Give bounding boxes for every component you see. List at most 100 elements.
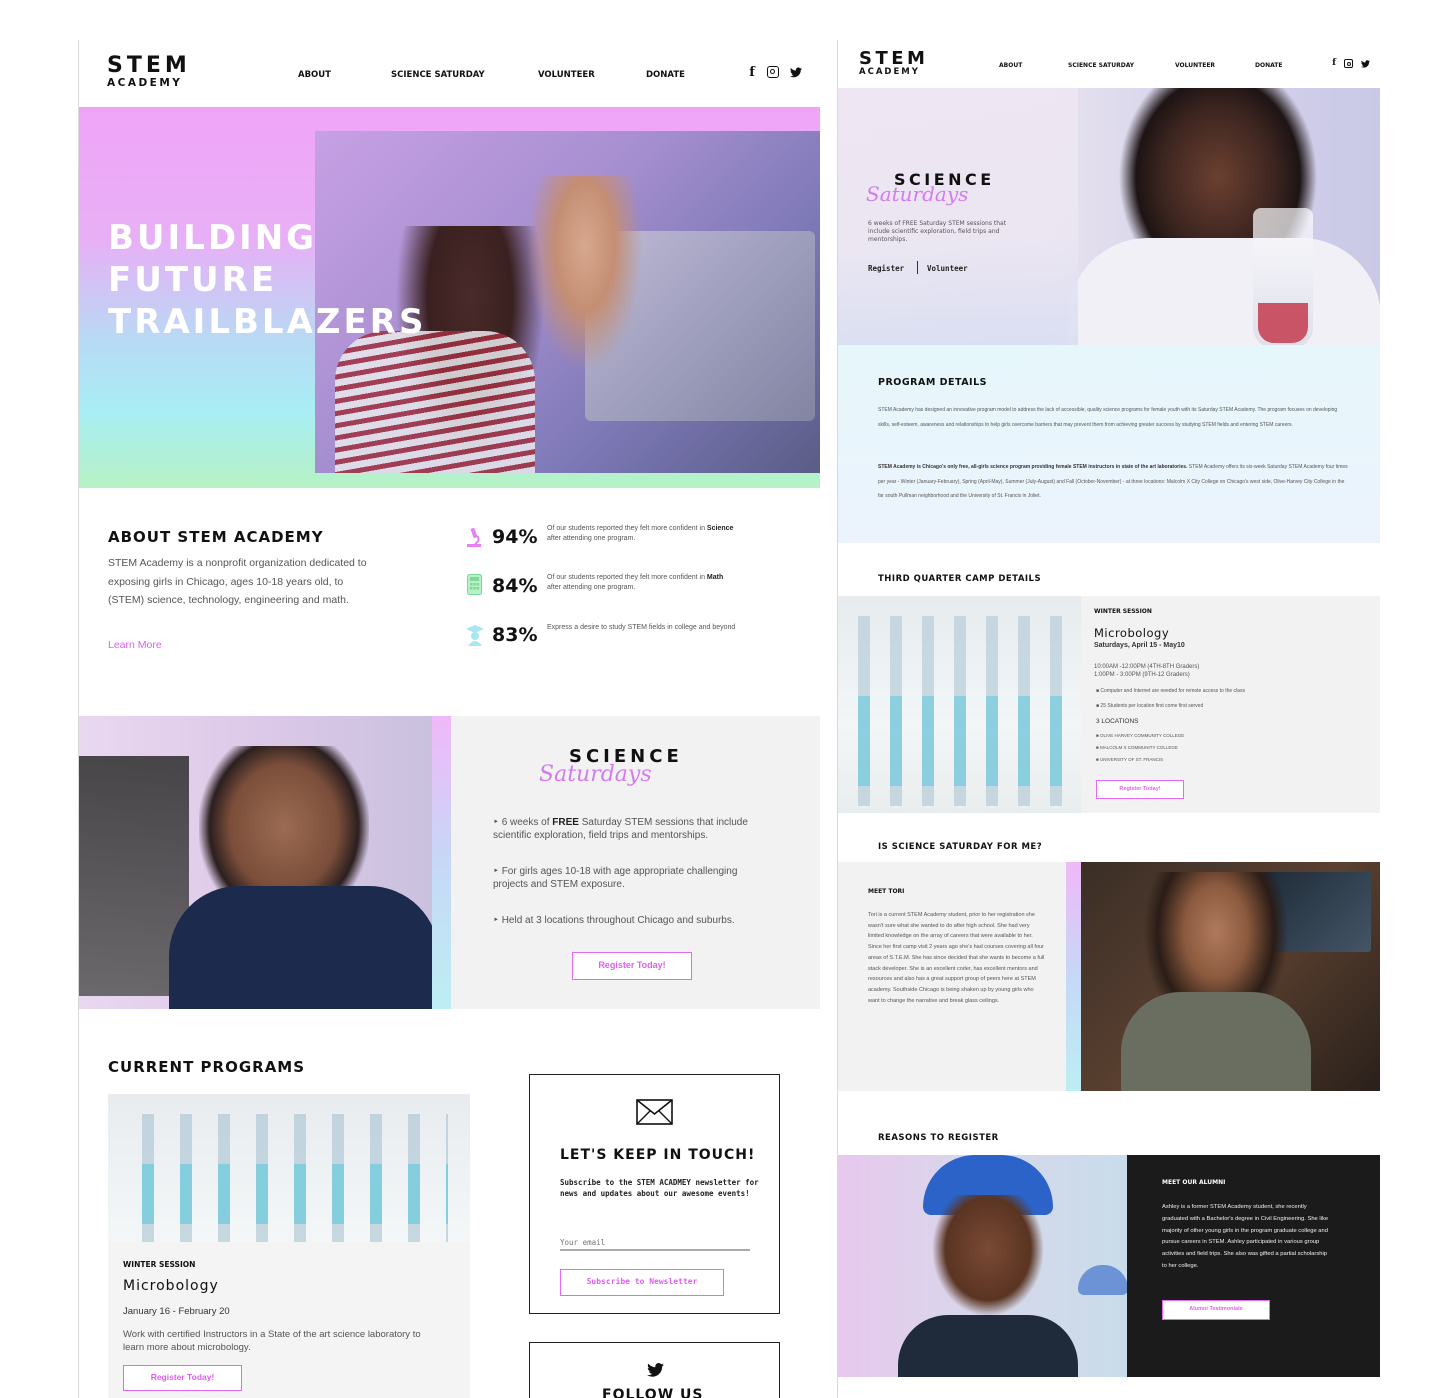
science-bullet-1: ‣ 6 weeks of FREE Saturday STEM sessions… bbox=[493, 817, 748, 841]
site-logo-right[interactable]: STEM ACADEMY bbox=[859, 49, 939, 81]
nav-volunteer-right[interactable]: VOLUNTEER bbox=[1175, 62, 1215, 69]
program-photo bbox=[108, 1094, 470, 1242]
program-dates: January 16 - February 20 bbox=[123, 1306, 230, 1317]
envelope-icon bbox=[636, 1099, 673, 1125]
stat-math-pct: 84% bbox=[492, 575, 538, 597]
homepage-mockup: STEM ACADEMY ABOUT SCIENCE SATURDAY VOLU… bbox=[78, 40, 820, 1398]
instagram-icon-right[interactable] bbox=[1344, 59, 1353, 68]
camp-register-button[interactable]: Register Today! bbox=[1096, 780, 1184, 799]
follow-title: FOLLOW US bbox=[602, 1387, 704, 1398]
science-heading: SCIENCE Saturdays bbox=[539, 746, 699, 790]
twitter-icon-large[interactable] bbox=[647, 1363, 664, 1377]
nav-donate[interactable]: DONATE bbox=[646, 70, 685, 80]
logo-subtitle: ACADEMY bbox=[107, 77, 183, 89]
register-today-button[interactable]: Register Today! bbox=[572, 952, 692, 980]
tori-photo-edge bbox=[1066, 862, 1081, 1091]
program-desc: Work with certified Instructors in a Sta… bbox=[123, 1329, 421, 1353]
camp-locations-title: 3 LOCATIONS bbox=[1096, 718, 1139, 725]
logo-subtitle-right: ACADEMY bbox=[859, 67, 920, 77]
follow-box: FOLLOW US bbox=[529, 1342, 780, 1398]
hero-link-divider bbox=[917, 261, 918, 274]
program-details-section: PROGRAM DETAILS STEM Academy has designe… bbox=[838, 345, 1380, 543]
science-saturday-mockup: STEM ACADEMY ABOUT SCIENCE SATURDAY VOLU… bbox=[837, 40, 1380, 1398]
science-saturday-section: SCIENCE Saturdays ‣ 6 weeks of FREE Satu… bbox=[79, 716, 820, 1009]
twitter-icon-right[interactable] bbox=[1361, 60, 1370, 68]
science-hero: SCIENCE Saturdays 6 weeks of FREE Saturd… bbox=[838, 88, 1380, 345]
instagram-lens-right bbox=[1346, 61, 1351, 66]
hero-line-3: TRAILBLAZERS bbox=[108, 302, 427, 342]
nav-about-right[interactable]: ABOUT bbox=[999, 62, 1022, 69]
camp-time-2: 1:00PM - 3:00PM (9TH-12 Graders) bbox=[1094, 672, 1190, 678]
tori-photo-jacket bbox=[1121, 992, 1311, 1091]
facebook-icon[interactable]: f bbox=[747, 65, 757, 80]
twitter-icon[interactable] bbox=[790, 67, 802, 78]
camp-photo-liquid bbox=[848, 696, 1073, 786]
alumni-photo-jacket bbox=[898, 1315, 1078, 1377]
alumni-photo bbox=[838, 1155, 1127, 1377]
nav-donate-right[interactable]: DONATE bbox=[1255, 62, 1282, 69]
alumni-photo-helmet-bg bbox=[1078, 1265, 1127, 1295]
hero-title-block: SCIENCE Saturdays bbox=[866, 170, 1016, 210]
current-programs-title: CURRENT PROGRAMS bbox=[108, 1058, 306, 1076]
reasons-title: REASONS TO REGISTER bbox=[878, 1133, 999, 1143]
camp-location-1: ■ OLIVE HARVEY COMMUNITY COLLEGE bbox=[1096, 733, 1185, 738]
hero-register-link[interactable]: Register bbox=[868, 264, 904, 273]
learn-more-link[interactable]: Learn More bbox=[108, 639, 162, 651]
science-script: Saturdays bbox=[539, 762, 652, 787]
stat-science-post: after attending one program. bbox=[547, 534, 636, 542]
stat-college-pct: 83% bbox=[492, 624, 538, 646]
tori-photo bbox=[1081, 862, 1380, 1091]
hero-left-gradient bbox=[838, 88, 1078, 345]
program-session: WINTER SESSION bbox=[123, 1260, 196, 1269]
hero-flask-liquid bbox=[1258, 303, 1308, 343]
camp-session: WINTER SESSION bbox=[1094, 608, 1152, 615]
stat-math-bold: Math bbox=[706, 574, 724, 581]
instagram-lens bbox=[770, 69, 775, 74]
stat-science-bold: Science bbox=[706, 525, 734, 532]
camp-details-section: WINTER SESSION Microbology Saturdays, Ap… bbox=[838, 596, 1380, 813]
facebook-icon-right[interactable]: f bbox=[1330, 58, 1338, 68]
nav-science-saturday[interactable]: SCIENCE SATURDAY bbox=[391, 70, 485, 80]
program-details-p2: STEM Academy is Chicago's only free, all… bbox=[878, 460, 1348, 504]
meet-alumni-text: Ashley is a former STEM Academy student,… bbox=[1162, 1204, 1329, 1269]
stat-science-text: Of our students reported they felt more … bbox=[547, 524, 737, 543]
site-logo[interactable]: STEM ACADEMY bbox=[107, 54, 207, 94]
about-text: STEM Academy is a nonprofit organization… bbox=[108, 557, 367, 606]
for-me-title: IS SCIENCE SATURDAY FOR ME? bbox=[878, 842, 1043, 852]
nav-science-saturday-right[interactable]: SCIENCE SATURDAY bbox=[1068, 62, 1134, 69]
camp-photo bbox=[838, 596, 1081, 813]
camp-note-2: ■ 25 Students per location first come fi… bbox=[1096, 703, 1204, 709]
newsletter-box: LET'S KEEP IN TOUCH! Subscribe to the ST… bbox=[529, 1074, 780, 1314]
hero-headline: BUILDING FUTURE TRAILBLAZERS bbox=[108, 217, 426, 343]
instagram-icon[interactable] bbox=[767, 66, 779, 78]
stat-science-pre: Of our students reported they felt more … bbox=[547, 525, 707, 532]
program-register-button[interactable]: Register Today! bbox=[123, 1365, 242, 1391]
for-me-section: MEET TORI Tori is a current STEM Academy… bbox=[838, 862, 1380, 1091]
camp-note-1: ■ Computer and Internet are needed for r… bbox=[1096, 688, 1245, 694]
camp-dates: Saturdays, April 15 - May10 bbox=[1094, 642, 1185, 649]
subscribe-button[interactable]: Subscribe to Newsletter bbox=[560, 1269, 724, 1296]
hero-volunteer-link[interactable]: Volunteer bbox=[927, 264, 968, 273]
alumni-testimonials-button[interactable]: Alumni Testimonials bbox=[1162, 1300, 1270, 1320]
hero-photo-shirt bbox=[335, 331, 535, 473]
hero-photo-girl2 bbox=[525, 176, 645, 376]
nav-about[interactable]: ABOUT bbox=[298, 70, 331, 80]
science-bullet-3: ‣ Held at 3 locations throughout Chicago… bbox=[493, 915, 735, 926]
nav-volunteer[interactable]: VOLUNTEER bbox=[538, 70, 595, 80]
program-card: WINTER SESSION Microbology January 16 - … bbox=[108, 1094, 470, 1398]
stat-college: 83% Express a desire to study STEM field… bbox=[465, 622, 765, 652]
stat-math-post: after attending one program. bbox=[547, 583, 636, 591]
hero-desc: 6 weeks of FREE Saturday STEM sessions t… bbox=[868, 220, 1007, 243]
graduate-icon bbox=[466, 625, 484, 646]
camp-name: Microbology bbox=[1094, 626, 1170, 640]
stat-science-pct: 94% bbox=[492, 526, 538, 548]
meet-alumni-label: MEET OUR ALUMNI bbox=[1162, 1179, 1226, 1186]
camp-location-3: ■ UNIVERSITY OF ST. FRANCIS bbox=[1096, 757, 1164, 762]
email-input[interactable] bbox=[560, 1235, 750, 1251]
program-name: Microbology bbox=[123, 1278, 219, 1294]
hero-line-1: BUILDING bbox=[108, 218, 318, 258]
camp-location-2: ■ MALCOLM X COMMUNITY COLLEGE bbox=[1096, 745, 1178, 750]
stat-college-pre: Express a desire to study STEM fields in… bbox=[547, 624, 736, 631]
science-bullet-2: ‣ For girls ages 10-18 with age appropri… bbox=[493, 866, 738, 890]
hero-labcoat bbox=[1068, 238, 1380, 345]
